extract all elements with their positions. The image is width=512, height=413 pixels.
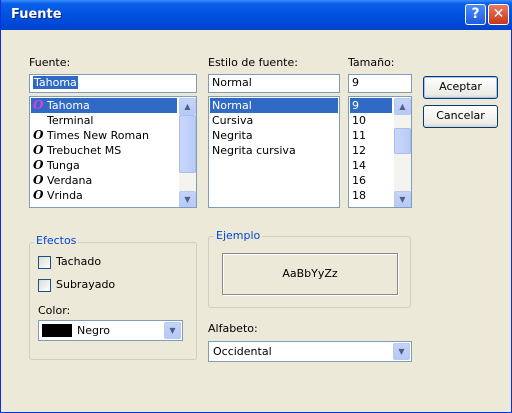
list-item-label: Tunga xyxy=(47,159,80,172)
list-item[interactable]: 14 xyxy=(350,158,392,173)
list-item-label: Vrinda xyxy=(47,189,83,202)
opentype-font-icon: O xyxy=(33,188,44,202)
style-input-value: Normal xyxy=(212,76,252,89)
scroll-thumb[interactable] xyxy=(179,115,196,173)
list-item[interactable]: 11 xyxy=(350,128,392,143)
size-input-value: 9 xyxy=(352,76,359,89)
strikeout-label[interactable]: Tachado xyxy=(56,255,101,268)
list-item-label: Tahoma xyxy=(47,99,90,112)
list-item-label: 10 xyxy=(352,114,366,127)
list-item-label: Normal xyxy=(212,99,252,112)
chevron-down-icon[interactable]: ▼ xyxy=(393,343,410,360)
list-item[interactable]: O Verdana xyxy=(31,173,177,188)
title-bar[interactable]: Fuente ? ✕ xyxy=(1,0,512,30)
opentype-font-icon: O xyxy=(33,143,44,157)
list-item[interactable]: 10 xyxy=(350,113,392,128)
style-list[interactable]: Normal Cursiva Negrita Negrita cursiva xyxy=(208,96,340,208)
list-item[interactable]: O Trebuchet MS xyxy=(31,143,177,158)
list-item[interactable]: Terminal xyxy=(31,113,177,128)
opentype-font-icon: O xyxy=(33,128,44,142)
close-button[interactable]: ✕ xyxy=(488,4,509,25)
sample-text: AaBbYyZz xyxy=(282,267,338,280)
list-item[interactable]: Cursiva xyxy=(210,113,338,128)
effects-group xyxy=(29,242,197,360)
list-item-label: 11 xyxy=(352,129,366,142)
list-item-label: 14 xyxy=(352,159,366,172)
list-item-label: 16 xyxy=(352,174,366,187)
scroll-up-icon[interactable]: ▲ xyxy=(394,98,411,115)
list-item-label: 9 xyxy=(352,99,359,112)
size-input[interactable]: 9 xyxy=(348,74,412,93)
chevron-down-icon[interactable]: ▼ xyxy=(164,322,181,339)
dialog-title: Fuente xyxy=(11,7,62,22)
cancel-button[interactable]: Cancelar xyxy=(423,105,498,128)
ok-button[interactable]: Aceptar xyxy=(423,76,498,99)
font-dialog: Fuente ? ✕ Fuente: Tahoma O Tahoma Termina… xyxy=(0,0,512,413)
list-item-label: Terminal xyxy=(47,114,94,127)
list-item[interactable]: O Tunga xyxy=(31,158,177,173)
font-label: Fuente: xyxy=(29,56,71,69)
font-input[interactable]: Tahoma xyxy=(29,74,197,93)
help-icon: ? xyxy=(471,6,480,22)
help-button[interactable]: ? xyxy=(465,4,486,25)
scroll-down-icon[interactable]: ▼ xyxy=(394,191,411,207)
scroll-down-icon[interactable]: ▼ xyxy=(179,191,196,207)
size-label: Tamaño: xyxy=(348,56,395,69)
scroll-up-icon[interactable]: ▲ xyxy=(179,98,196,115)
opentype-font-icon: O xyxy=(33,173,44,187)
list-item-label: Verdana xyxy=(47,174,93,187)
underline-checkbox[interactable] xyxy=(38,279,51,292)
font-input-value: Tahoma xyxy=(33,76,78,89)
color-swatch xyxy=(42,324,72,337)
size-list-scrollbar[interactable]: ▲ ▼ xyxy=(394,98,411,207)
underline-label[interactable]: Subrayado xyxy=(56,278,115,291)
list-item-label: 18 xyxy=(352,189,366,202)
list-item[interactable]: Normal xyxy=(210,98,338,113)
list-item-label: 12 xyxy=(352,144,366,157)
list-item[interactable]: Negrita xyxy=(210,128,338,143)
list-item[interactable]: O Times New Roman xyxy=(31,128,177,143)
effects-title: Efectos xyxy=(34,234,79,247)
color-value: Negro xyxy=(77,324,110,337)
list-item[interactable]: 16 xyxy=(350,173,392,188)
strikeout-checkbox[interactable] xyxy=(38,256,51,269)
list-item-label: Cursiva xyxy=(212,114,254,127)
size-list[interactable]: 9 10 11 12 14 16 18 ▲ ▼ xyxy=(348,96,412,208)
sample-title: Ejemplo xyxy=(214,229,263,242)
script-select[interactable]: Occidental ▼ xyxy=(208,341,412,362)
list-item[interactable]: O Tahoma xyxy=(31,98,177,113)
font-list-scrollbar[interactable]: ▲ ▼ xyxy=(179,98,196,207)
color-select[interactable]: Negro ▼ xyxy=(38,320,183,341)
list-item-label: Negrita xyxy=(212,129,253,142)
close-icon: ✕ xyxy=(492,6,505,22)
font-list[interactable]: O Tahoma Terminal O Times New Roman O Trebuche… xyxy=(29,96,197,208)
list-item[interactable]: 18 xyxy=(350,188,392,203)
opentype-font-icon: O xyxy=(33,98,44,112)
list-item-label: Trebuchet MS xyxy=(47,144,122,157)
sample-preview: AaBbYyZz xyxy=(222,253,398,295)
opentype-font-icon: O xyxy=(33,158,44,172)
list-item-label: Negrita cursiva xyxy=(212,144,296,157)
script-value: Occidental xyxy=(213,345,272,358)
list-item[interactable]: 12 xyxy=(350,143,392,158)
style-label: Estilo de fuente: xyxy=(208,56,298,69)
scroll-thumb[interactable] xyxy=(394,128,411,154)
list-item[interactable]: 9 xyxy=(350,98,392,113)
list-item[interactable]: Negrita cursiva xyxy=(210,143,338,158)
color-label: Color: xyxy=(38,304,71,317)
style-input[interactable]: Normal xyxy=(208,74,340,93)
list-item[interactable]: O Vrinda xyxy=(31,188,177,203)
list-item-label: Times New Roman xyxy=(47,129,149,142)
script-label: Alfabeto: xyxy=(208,322,258,335)
